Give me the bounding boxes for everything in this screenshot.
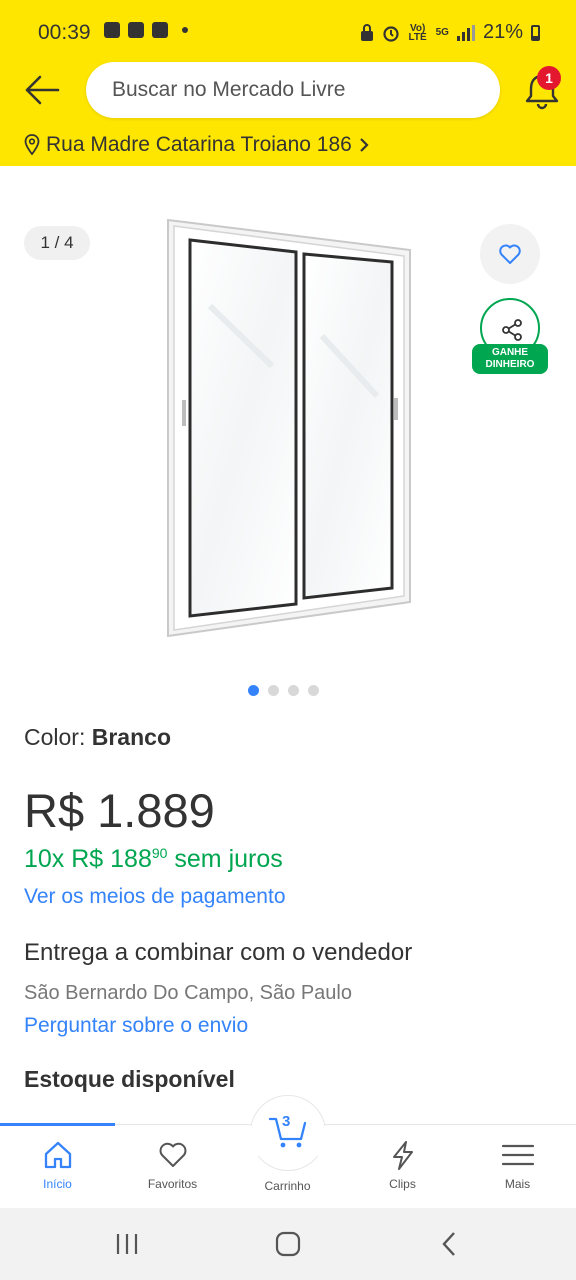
location-pin-icon <box>24 134 40 156</box>
volte-icon: Vo) LTE <box>408 22 427 43</box>
home-button-icon[interactable] <box>274 1230 302 1258</box>
installments-amount: 10x R$ 188 <box>24 845 152 873</box>
stock-status: Estoque disponível <box>24 1066 235 1092</box>
color-value: Branco <box>91 724 171 750</box>
alarm-icon <box>383 25 399 42</box>
nav-item-cart[interactable]: Carrinho <box>230 1117 345 1209</box>
notification-icons <box>104 22 188 38</box>
nav-label-home: Início <box>43 1177 72 1191</box>
five-g-icon: 5G <box>435 27 449 38</box>
menu-icon <box>501 1144 535 1166</box>
pagination-dot-1[interactable] <box>248 685 259 696</box>
pagination-dot-4[interactable] <box>308 685 319 696</box>
nav-label-cart: Carrinho <box>264 1179 311 1193</box>
clips-icon <box>393 1141 413 1170</box>
notification-badge: 1 <box>537 66 561 90</box>
earn-money-badge[interactable]: GANHE DINHEIRO <box>472 344 548 374</box>
color-label: Color: <box>24 724 86 750</box>
installments: 10x R$ 18890 sem juros <box>24 845 283 874</box>
nav-item-clips[interactable]: Clips <box>345 1125 460 1209</box>
payment-methods-link[interactable]: Ver os meios de pagamento <box>24 885 286 909</box>
system-status: Vo) LTE 5G 21% <box>360 21 540 44</box>
product-gallery[interactable]: 1 / 4 GANHE DINHEIRO <box>0 166 576 706</box>
signal-icon <box>456 24 475 41</box>
ask-shipping-link[interactable]: Perguntar sobre o envio <box>24 1014 248 1038</box>
gallery-pagination[interactable] <box>248 685 319 696</box>
nav-item-favorites[interactable]: Favoritos <box>115 1125 230 1209</box>
back-button-icon[interactable] <box>436 1230 464 1258</box>
seller-location: São Bernardo Do Campo, São Paulo <box>24 982 352 1004</box>
delivery-info: Entrega a combinar com o vendedor <box>24 939 413 966</box>
pagination-dot-3[interactable] <box>288 685 299 696</box>
chevron-right-icon <box>360 138 369 152</box>
cart-count-badge: 3 <box>282 1113 291 1130</box>
search-placeholder: Buscar no Mercado Livre <box>112 78 346 101</box>
recent-apps-icon[interactable] <box>113 1230 141 1258</box>
price: R$ 1.889 <box>24 784 215 837</box>
more-notifications-dot-icon <box>182 27 188 33</box>
share-icon <box>502 319 522 341</box>
nav-label-clips: Clips <box>389 1177 416 1191</box>
status-time: 00:39 <box>38 21 91 44</box>
heart-icon <box>499 244 521 264</box>
lock-status-icon <box>360 23 373 41</box>
heart-icon <box>159 1142 187 1167</box>
battery-icon <box>531 24 540 41</box>
product-image-sliding-window[interactable] <box>162 216 418 640</box>
system-navigation-bar <box>0 1208 576 1280</box>
bottom-navigation: Início Favoritos Carrinho Clips Mais <box>0 1095 576 1209</box>
installments-suffix: sem juros <box>174 845 283 873</box>
home-icon <box>44 1141 72 1169</box>
nav-item-home[interactable]: Início <box>0 1125 115 1209</box>
installments-cents: 90 <box>151 845 168 861</box>
pagination-dot-2[interactable] <box>268 685 279 696</box>
color-selector[interactable]: Color: Branco <box>24 724 171 751</box>
app-header: 00:39 Vo) LTE 5G 21% Buscar no Mercado L… <box>0 0 576 166</box>
nav-label-favorites: Favoritos <box>147 1177 198 1191</box>
gallery-notification-icon <box>128 22 144 38</box>
shopping-notification-icon <box>152 22 168 38</box>
delivery-address[interactable]: Rua Madre Catarina Troiano 186 <box>24 133 370 157</box>
battery-percentage: 21% <box>482 21 523 43</box>
search-input[interactable]: Buscar no Mercado Livre <box>86 62 500 118</box>
favorite-button[interactable] <box>480 224 540 284</box>
status-bar: 00:39 Vo) LTE 5G 21% <box>0 0 576 62</box>
nav-item-more[interactable]: Mais <box>460 1125 575 1209</box>
address-text: Rua Madre Catarina Troiano 186 <box>46 133 352 156</box>
checkbox-notification-icon <box>104 22 120 38</box>
back-arrow-icon[interactable] <box>22 72 62 108</box>
image-counter: 1 / 4 <box>24 226 90 260</box>
nav-label-more: Mais <box>504 1177 531 1191</box>
